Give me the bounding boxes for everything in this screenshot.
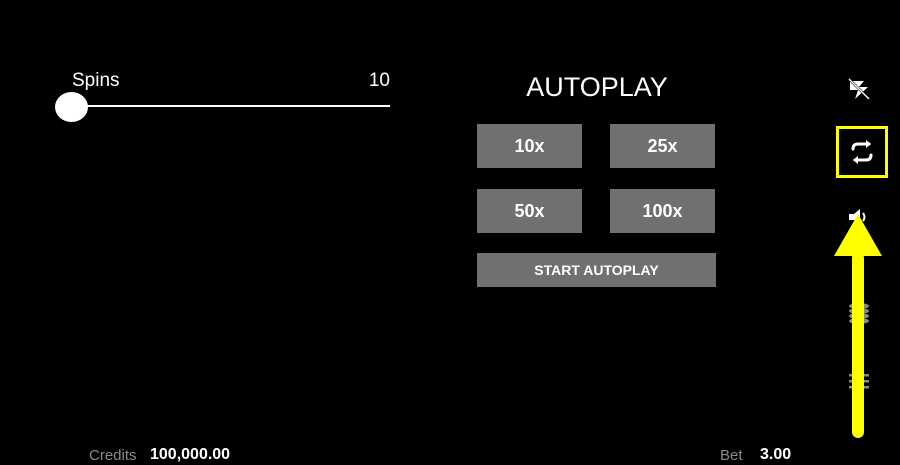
turbo-icon[interactable] [842,74,876,104]
arrow-up-icon [834,214,882,438]
autoplay-100x-button[interactable]: 100x [610,189,715,233]
autoplay-50x-button[interactable]: 50x [477,189,582,233]
credits-label: Credits [89,447,137,464]
bet-value: 3.00 [760,446,792,463]
start-autoplay-button[interactable]: START AUTOPLAY [477,253,716,287]
bet-label: Bet [720,447,743,464]
spins-slider-thumb[interactable] [55,92,88,122]
autoplay-25x-button[interactable]: 25x [610,124,715,168]
autoplay-title: AUTOPLAY [526,72,668,102]
autoplay-10x-button[interactable]: 10x [477,124,582,168]
autoplay-screen: Spins 10 AUTOPLAY 10x 25x 50x 100x START… [0,0,900,465]
spins-slider-track[interactable] [62,105,390,107]
spins-value: 10 [368,70,390,91]
spins-label: Spins [72,70,120,91]
credits-value: 100,000.00 [150,446,231,463]
autoplay-icon[interactable] [839,129,885,175]
